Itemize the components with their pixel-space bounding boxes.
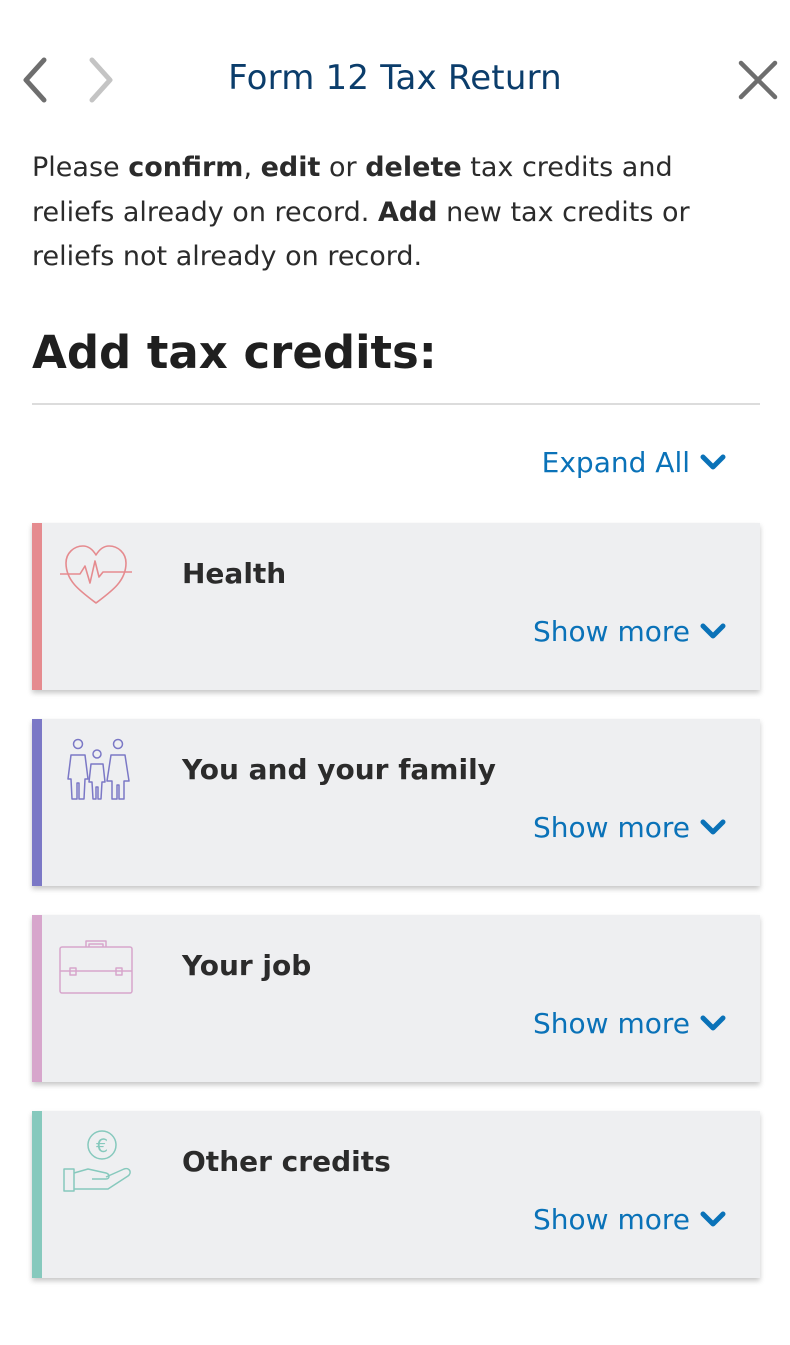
card-your-job[interactable]: Your job Show more [32,915,760,1082]
card-accent-stripe [32,523,42,690]
show-more-label: Show more [533,1007,690,1040]
show-more-label: Show more [533,811,690,844]
card-family[interactable]: You and your family Show more [32,719,760,886]
show-more-label: Show more [533,1203,690,1236]
divider [32,403,760,405]
chevron-down-icon [700,623,726,641]
heart-pulse-icon [58,541,134,613]
intro-text: Please confirm, edit or delete tax credi… [32,152,690,272]
card-accent-stripe [32,915,42,1082]
chevron-down-icon [700,1211,726,1229]
card-title: Your job [182,949,312,982]
expand-all-label: Expand All [541,446,690,479]
family-icon [58,737,134,809]
card-accent-stripe [32,719,42,886]
card-title: You and your family [182,753,496,786]
show-more-label: Show more [533,615,690,648]
card-title: Health [182,557,287,590]
svg-text:€: € [96,1135,108,1157]
show-more-button[interactable]: Show more [533,1007,726,1040]
page-title: Form 12 Tax Return [228,58,562,98]
close-icon[interactable] [733,55,783,105]
show-more-button[interactable]: Show more [533,811,726,844]
credit-category-list: Health Show more You and your family Sho… [32,523,760,1307]
header: Form 12 Tax Return [0,0,790,160]
card-health[interactable]: Health Show more [32,523,760,690]
expand-all-button[interactable]: Expand All [542,446,726,479]
chevron-down-icon [700,819,726,837]
card-title: Other credits [182,1145,391,1178]
chevron-down-icon [700,454,726,472]
chevron-down-icon [700,1015,726,1033]
section-heading: Add tax credits: [32,326,437,379]
show-more-button[interactable]: Show more [533,615,726,648]
briefcase-icon [58,933,134,1005]
euro-hand-icon: € [58,1129,134,1201]
card-accent-stripe [32,1111,42,1278]
show-more-button[interactable]: Show more [533,1203,726,1236]
card-other-credits[interactable]: € Other credits Show more [32,1111,760,1278]
